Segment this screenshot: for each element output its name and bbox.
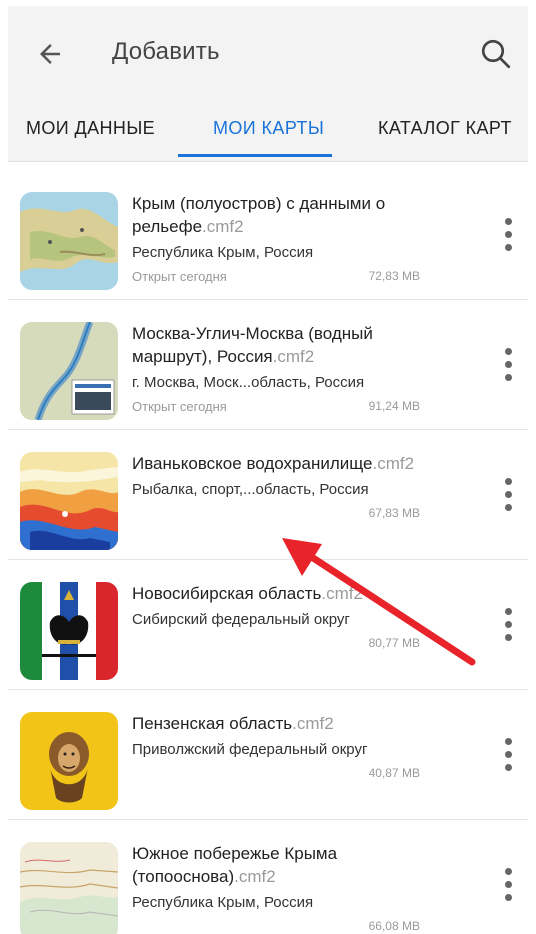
app-bar: Добавить МОИ ДАННЫЕ МОИ КАРТЫ КАТАЛОГ КА…	[8, 6, 528, 162]
back-button[interactable]	[30, 34, 70, 74]
search-button[interactable]	[474, 32, 518, 76]
more-vert-icon-dot	[504, 880, 512, 888]
file-size: 67,83 MB	[368, 506, 420, 520]
tab-map-catalog[interactable]: КАТАЛОГ КАРТ	[378, 118, 512, 139]
list-item[interactable]: Крым (полуостров) с данными о рельефе.cm…	[8, 170, 528, 300]
file-size: 66,08 MB	[368, 919, 420, 933]
item-texts: Южное побережье Крыма (топооснова).cmf2 …	[132, 842, 432, 934]
map-extension: .cmf2	[372, 454, 415, 473]
map-name-text: Иваньковское водохранилище	[132, 454, 373, 473]
map-meta: 67,83 MB	[132, 503, 432, 525]
more-options-button[interactable]	[496, 860, 520, 908]
more-vert-icon-dot	[504, 503, 512, 511]
more-vert-icon	[504, 867, 512, 875]
file-size: 72,83 MB	[368, 269, 420, 283]
more-vert-icon-dot	[504, 230, 512, 238]
map-meta: Открыт сегодня 72,83 MB	[132, 266, 432, 288]
map-meta: 40,87 MB	[132, 763, 432, 785]
page-title: Добавить	[112, 38, 220, 65]
item-texts: Пензенская область.cmf2 Приволжский феде…	[132, 712, 432, 785]
item-texts: Новосибирская область.cmf2 Сибирский фед…	[132, 582, 432, 655]
penza-coat-of-arms-icon	[20, 712, 118, 810]
map-name: Южное побережье Крыма (топооснова).cmf2	[132, 842, 432, 888]
more-options-button[interactable]	[496, 470, 520, 518]
map-name: Крым (полуостров) с данными о рельефе.cm…	[132, 192, 432, 238]
more-vert-icon	[504, 607, 512, 615]
more-vert-icon-dot	[504, 490, 512, 498]
map-meta: Открыт сегодня 91,24 MB	[132, 396, 432, 418]
more-vert-icon	[504, 347, 512, 355]
list-item[interactable]: Пензенская область.cmf2 Приволжский феде…	[8, 690, 528, 820]
more-vert-icon-dot	[504, 373, 512, 381]
opened-label: Открыт сегодня	[132, 269, 227, 284]
list-item[interactable]: Москва-Углич-Москва (водный маршрут), Ро…	[8, 300, 528, 430]
more-vert-icon-dot	[504, 750, 512, 758]
more-vert-icon-dot	[504, 620, 512, 628]
map-name: Москва-Углич-Москва (водный маршрут), Ро…	[132, 322, 432, 368]
screen: Добавить МОИ ДАННЫЕ МОИ КАРТЫ КАТАЛОГ КА…	[0, 0, 536, 934]
file-size: 80,77 MB	[368, 636, 420, 650]
novosibirsk-coat-of-arms-icon	[20, 582, 118, 680]
opened-label: Открыт сегодня	[132, 399, 227, 414]
list-item[interactable]: Южное побережье Крыма (топооснова).cmf2 …	[8, 820, 528, 934]
ivankovo-reservoir-depth-map-thumbnail	[20, 452, 118, 550]
map-name: Иваньковское водохранилище.cmf2	[132, 452, 432, 475]
more-vert-icon	[504, 477, 512, 485]
more-vert-icon-dot	[504, 243, 512, 251]
map-region: Республика Крым, Россия	[132, 894, 314, 911]
map-region: Рыбалка, спорт,...область, Россия	[132, 481, 369, 498]
more-options-button[interactable]	[496, 210, 520, 258]
more-options-button[interactable]	[496, 730, 520, 778]
item-texts: Иваньковское водохранилище.cmf2 Рыбалка,…	[132, 452, 432, 525]
more-vert-icon-dot	[504, 893, 512, 901]
item-texts: Крым (полуостров) с данными о рельефе.cm…	[132, 192, 432, 288]
arrow-left-icon	[40, 44, 60, 64]
map-name-text: Москва-Углич-Москва (водный маршрут), Ро…	[132, 324, 373, 366]
item-texts: Москва-Углич-Москва (водный маршрут), Ро…	[132, 322, 432, 418]
tab-my-maps[interactable]: МОИ КАРТЫ	[213, 118, 324, 139]
search-icon	[481, 39, 511, 69]
more-vert-icon	[504, 217, 512, 225]
map-meta: 80,77 MB	[132, 633, 432, 655]
map-region: Республика Крым, Россия	[132, 244, 314, 261]
file-size: 91,24 MB	[368, 399, 420, 413]
more-vert-icon-dot	[504, 360, 512, 368]
map-name-text: Крым (полуостров) с данными о рельефе	[132, 194, 386, 236]
map-extension: .cmf2	[202, 217, 244, 236]
map-name: Новосибирская область.cmf2	[132, 582, 432, 605]
more-vert-icon-dot	[504, 633, 512, 641]
map-name-text: Пензенская область	[132, 714, 293, 733]
map-extension: .cmf2	[292, 714, 334, 733]
more-options-button[interactable]	[496, 340, 520, 388]
map-extension: .cmf2	[321, 584, 363, 603]
list-item[interactable]: Новосибирская область.cmf2 Сибирский фед…	[8, 560, 528, 690]
more-vert-icon	[504, 737, 512, 745]
file-size: 40,87 MB	[368, 766, 420, 780]
map-name: Пензенская область.cmf2	[132, 712, 432, 735]
map-region: Приволжский федеральный округ	[132, 741, 368, 758]
moscow-uglich-route-map-thumbnail	[20, 322, 118, 420]
more-vert-icon-dot	[504, 763, 512, 771]
south-coast-crimea-topo-map-thumbnail	[20, 842, 118, 934]
map-extension: .cmf2	[234, 867, 276, 886]
list-item[interactable]: Иваньковское водохранилище.cmf2 Рыбалка,…	[8, 430, 528, 560]
tab-my-data[interactable]: МОИ ДАННЫЕ	[26, 118, 155, 139]
map-region: Сибирский федеральный округ	[132, 611, 350, 628]
map-meta: 66,08 MB	[132, 916, 432, 934]
crimea-relief-map-thumbnail	[20, 192, 118, 290]
more-options-button[interactable]	[496, 600, 520, 648]
map-extension: .cmf2	[272, 347, 315, 366]
map-region: г. Москва, Моск...область, Россия	[132, 374, 365, 391]
active-tab-indicator	[178, 154, 332, 157]
map-name-text: Новосибирская область	[132, 584, 322, 603]
